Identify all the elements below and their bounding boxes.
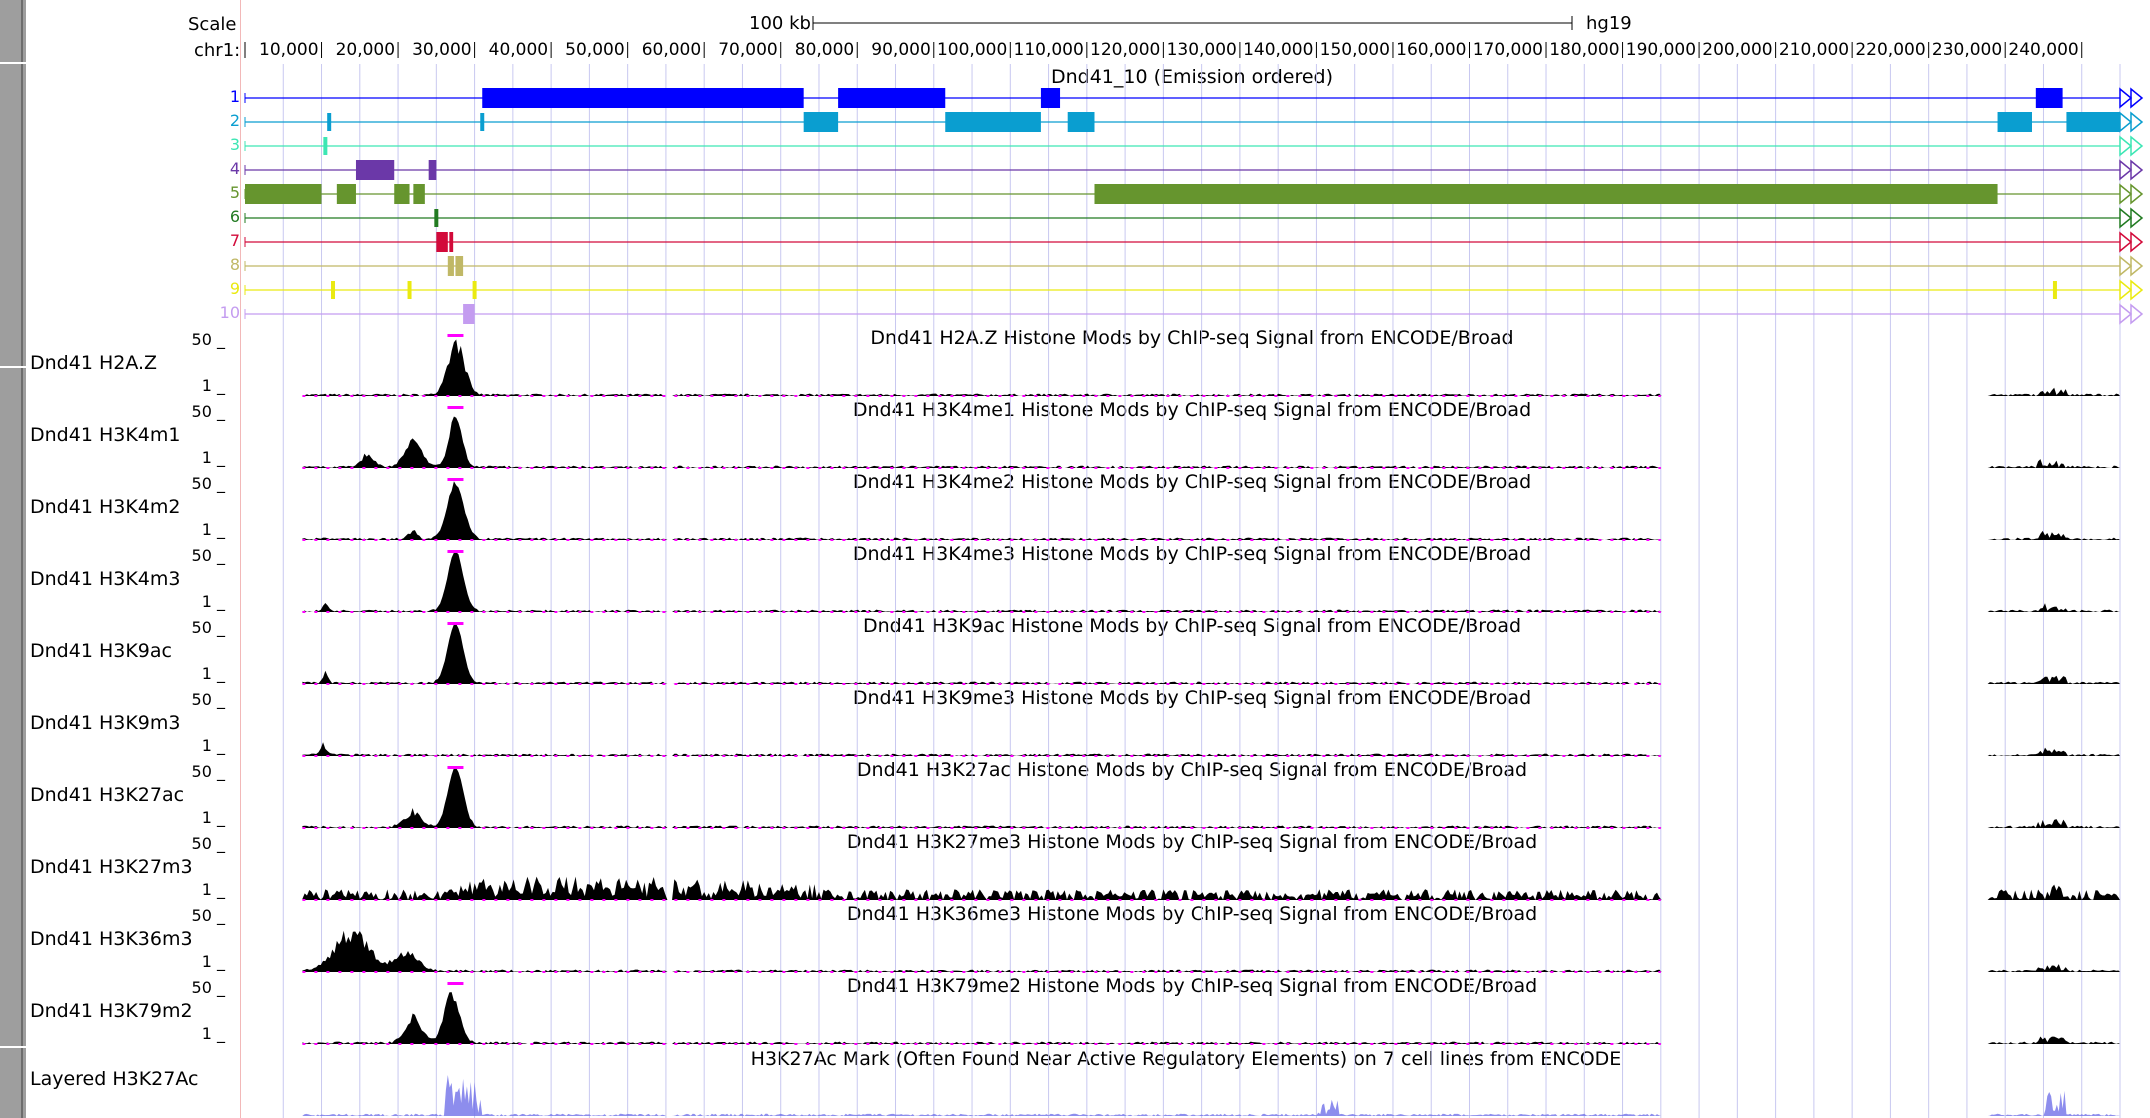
ruler-ticks-g <box>244 42 2083 58</box>
state-segment <box>428 160 437 180</box>
state-segment <box>434 209 439 227</box>
signal-area <box>302 416 2120 468</box>
signal-area <box>302 742 2120 756</box>
signal-track <box>302 876 2120 901</box>
chevron-right-icon <box>2119 135 2133 157</box>
state-segment <box>331 281 336 299</box>
state-segment <box>407 281 412 299</box>
signal-track <box>302 982 2120 1045</box>
layered-track <box>302 1074 2120 1116</box>
state-segment <box>355 160 395 180</box>
chevron-right-icon <box>2119 87 2133 109</box>
gridlines <box>282 64 2121 1118</box>
signal-area <box>302 876 2120 900</box>
chevron-right-icon <box>2130 279 2144 301</box>
state-segment <box>480 113 485 131</box>
state-segment <box>2052 281 2057 299</box>
state-segment <box>245 184 322 204</box>
signal-track <box>302 406 2120 469</box>
chevron-right-icon <box>2119 111 2133 133</box>
clip-marker <box>447 550 464 553</box>
signal-track <box>302 622 2120 685</box>
clip-marker <box>447 334 464 337</box>
state-segment <box>449 232 454 252</box>
state-segment <box>803 112 839 132</box>
chevron-right-icon <box>2119 183 2133 205</box>
signal-track <box>302 766 2120 829</box>
state-segment <box>2066 112 2120 132</box>
chromhmm-track <box>244 87 2144 325</box>
state-segment <box>327 113 332 131</box>
chevron-right-icon <box>2119 231 2133 253</box>
state-segment <box>394 184 410 204</box>
clip-marker <box>447 478 464 481</box>
state-segment <box>323 137 328 155</box>
state-segment <box>1094 184 1998 204</box>
state-segment <box>2035 88 2063 108</box>
state-segment <box>455 256 464 276</box>
chevron-right-icon <box>2130 183 2144 205</box>
state-segment <box>838 88 946 108</box>
chevron-right-icon <box>2130 231 2144 253</box>
chevron-right-icon <box>2119 279 2133 301</box>
track-graphics[interactable] <box>0 0 2150 1118</box>
chevron-right-icon <box>2130 255 2144 277</box>
state-segment <box>463 304 475 324</box>
chevron-right-icon <box>2130 159 2144 181</box>
chevron-right-icon <box>2119 159 2133 181</box>
state-segment <box>1067 112 1095 132</box>
state-segment <box>945 112 1041 132</box>
state-segment <box>413 184 425 204</box>
state-segment <box>447 256 454 276</box>
signal-area <box>302 624 2120 684</box>
chevron-right-icon <box>2130 111 2144 133</box>
signal-track <box>302 478 2120 541</box>
signal-area <box>302 339 2120 396</box>
layered-signal <box>302 1074 2120 1116</box>
chevron-right-icon <box>2130 87 2144 109</box>
signal-area <box>302 930 2120 972</box>
clip-marker <box>447 982 464 985</box>
signal-area <box>302 992 2120 1044</box>
clip-marker <box>447 622 464 625</box>
state-segment <box>436 232 448 252</box>
state-segment <box>1040 88 1061 108</box>
state-segment <box>1997 112 2032 132</box>
state-segment <box>472 281 477 299</box>
chevron-right-icon <box>2119 207 2133 229</box>
clip-marker <box>447 406 464 409</box>
signal-track <box>302 550 2120 613</box>
chevron-right-icon <box>2119 255 2133 277</box>
signal-area <box>302 768 2120 828</box>
chevron-right-icon <box>2130 207 2144 229</box>
chevron-right-icon <box>2130 303 2144 325</box>
signal-track <box>302 334 2120 397</box>
signal-area <box>302 552 2120 612</box>
chevron-right-icon <box>2119 303 2133 325</box>
state-segment <box>482 88 804 108</box>
signal-track <box>302 742 2120 757</box>
chevron-right-icon <box>2130 135 2144 157</box>
signal-track <box>302 930 2120 973</box>
state-segment <box>336 184 356 204</box>
genome-browser: Scale chr1: 100 kb hg19 10,000 20,000 30,0… <box>0 0 2150 1118</box>
signal-area <box>302 481 2120 540</box>
clip-marker <box>447 766 464 769</box>
